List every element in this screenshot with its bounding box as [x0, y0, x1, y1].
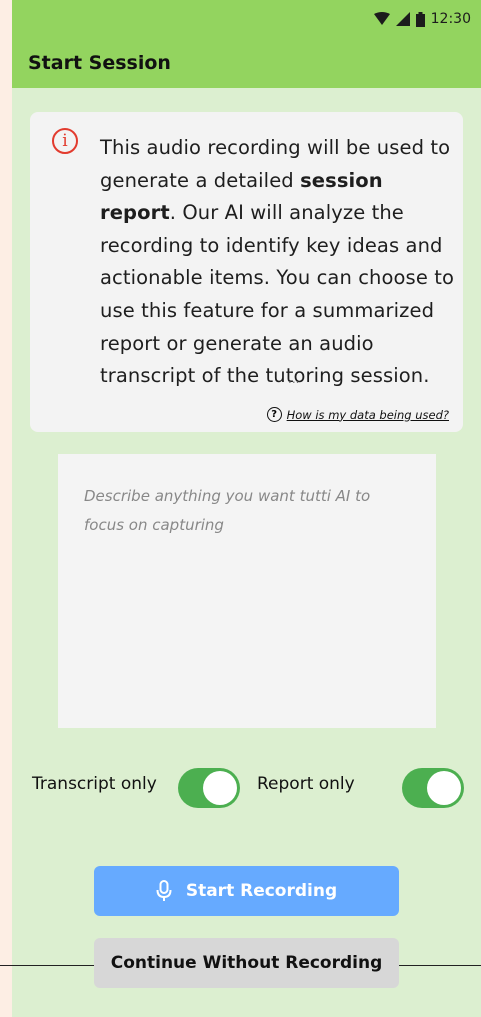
wifi-icon: [373, 12, 390, 25]
info-text-part: . Our AI will analyze the recording to i…: [100, 201, 454, 388]
info-card: i This audio recording will be used to g…: [30, 112, 463, 432]
more-ellipsis[interactable]: ...: [288, 372, 299, 386]
data-usage-link[interactable]: ? How is my data being used?: [266, 407, 449, 422]
app-bar: Start Session: [12, 38, 481, 88]
battery-icon: [415, 11, 425, 27]
screen: 12:30 Start Session i This audio recordi…: [12, 0, 481, 1017]
toggle-knob: [203, 771, 237, 805]
signal-icon: [395, 12, 410, 26]
report-only-toggle[interactable]: [402, 768, 464, 808]
microphone-icon: [156, 880, 172, 901]
report-only-label: Report only: [257, 774, 355, 794]
info-text-part: This audio recording will be used to gen…: [100, 136, 451, 192]
toggle-knob: [427, 771, 461, 805]
continue-without-recording-button[interactable]: Continue Without Recording: [94, 938, 399, 988]
page-title: Start Session: [28, 52, 171, 74]
transcript-only-toggle[interactable]: [178, 768, 240, 808]
info-icon: i: [52, 128, 78, 154]
help-icon: ?: [266, 407, 282, 422]
focus-notes-input[interactable]: [58, 454, 436, 728]
status-time: 12:30: [430, 11, 471, 27]
start-recording-label: Start Recording: [185, 881, 338, 901]
status-bar: 12:30: [12, 0, 481, 38]
divider-line: [399, 965, 481, 966]
divider-line: [0, 965, 94, 966]
info-text: This audio recording will be used to gen…: [100, 132, 455, 393]
data-usage-link-text[interactable]: How is my data being used?: [287, 408, 449, 422]
transcript-only-label: Transcript only: [32, 774, 157, 794]
start-recording-button[interactable]: Start Recording: [94, 866, 399, 916]
continue-without-recording-label: Continue Without Recording: [110, 953, 383, 973]
